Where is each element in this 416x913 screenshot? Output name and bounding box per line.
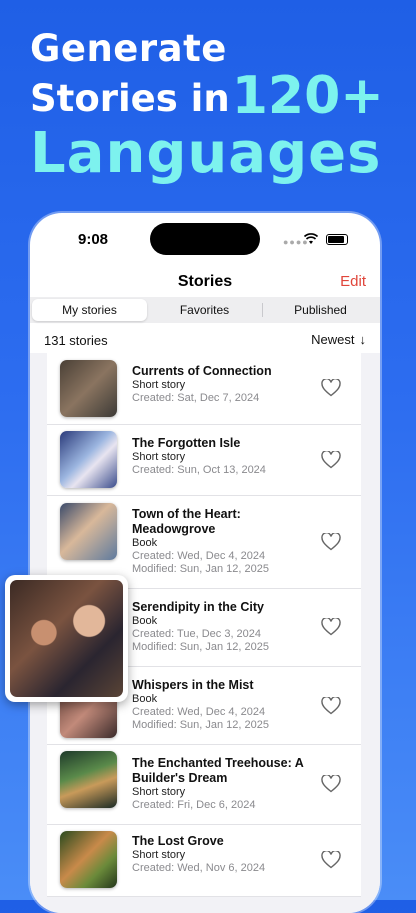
arrow-down-icon: ↓ xyxy=(359,332,367,347)
story-cover-image xyxy=(10,580,123,697)
story-count: 131 stories xyxy=(44,333,108,348)
story-created: Created: Fri, Dec 6, 2024 xyxy=(132,799,256,811)
navigation-bar: Stories Edit xyxy=(30,263,380,297)
dynamic-island xyxy=(150,223,260,255)
story-title: The Forgotten Isle xyxy=(132,436,241,450)
story-created: Created: Wed, Dec 4, 2024 xyxy=(132,550,266,562)
story-thumbnail xyxy=(60,431,117,488)
phone-frame: 9:08 ●●●● Stories Edit My stories Favori… xyxy=(30,213,380,913)
story-title: Currents of Connection xyxy=(132,364,272,378)
story-thumbnail xyxy=(60,831,117,888)
headline-line-1: Generate xyxy=(30,27,227,70)
story-type: Short story xyxy=(132,786,186,798)
story-title: Serendipity in the City xyxy=(132,600,264,614)
floating-cover-card xyxy=(5,575,128,702)
heart-icon[interactable] xyxy=(321,697,341,715)
story-created: Created: Sun, Oct 13, 2024 xyxy=(132,464,266,476)
story-type: Short story xyxy=(132,451,186,463)
tab-my-stories[interactable]: My stories xyxy=(32,299,147,321)
story-created: Created: Wed, Nov 6, 2024 xyxy=(132,862,266,874)
promo-headline: Generate Stories in120+ Languages xyxy=(30,30,384,182)
story-created: Created: Tue, Dec 3, 2024 xyxy=(132,628,262,640)
headline-line-2-text: Stories in xyxy=(30,77,230,120)
story-title: Whispers in the Mist xyxy=(132,678,254,692)
story-type: Short story xyxy=(132,849,186,861)
story-type: Book xyxy=(132,537,158,549)
story-thumbnail xyxy=(60,360,117,417)
heart-icon[interactable] xyxy=(321,775,341,793)
story-row[interactable]: The Forgotten Isle Short story Created: … xyxy=(47,425,361,496)
list-header: 131 stories Newest ↓ xyxy=(30,323,380,353)
story-thumbnail xyxy=(60,503,117,560)
heart-icon[interactable] xyxy=(321,618,341,636)
story-modified: Modified: Sun, Jan 12, 2025 xyxy=(132,719,269,731)
story-type: Short story xyxy=(132,379,186,391)
headline-accent: 120+ xyxy=(231,66,384,126)
story-row[interactable]: The Enchanted Treehouse: A Builder's Dre… xyxy=(47,745,361,825)
tab-published[interactable]: Published xyxy=(263,299,378,321)
story-row[interactable]: Currents of Connection Short story Creat… xyxy=(47,353,361,425)
story-modified: Modified: Sun, Jan 12, 2025 xyxy=(132,641,269,653)
status-bar: 9:08 ●●●● xyxy=(30,213,380,263)
status-time: 9:08 xyxy=(78,231,109,248)
wifi-icon xyxy=(304,233,318,244)
tab-favorites[interactable]: Favorites xyxy=(147,299,262,321)
story-title: The Enchanted Treehouse: A Builder's Dre… xyxy=(132,756,304,785)
headline-line-2: Stories in120+ xyxy=(30,70,384,122)
story-created: Created: Sat, Dec 7, 2024 xyxy=(132,392,260,404)
heart-icon[interactable] xyxy=(321,533,341,551)
sort-label: Newest xyxy=(311,332,355,347)
story-created: Created: Wed, Dec 4, 2024 xyxy=(132,706,266,718)
story-row[interactable]: The Lost Grove Short story Created: Wed,… xyxy=(47,825,361,897)
battery-icon xyxy=(326,234,348,245)
page-title: Stories xyxy=(177,273,233,290)
heart-icon[interactable] xyxy=(321,851,341,869)
edit-button[interactable]: Edit xyxy=(340,273,366,290)
heart-icon[interactable] xyxy=(321,451,341,469)
tab-segmented-control: My stories Favorites Published xyxy=(30,297,380,323)
story-type: Book xyxy=(132,693,158,705)
story-thumbnail xyxy=(60,751,117,808)
sort-button[interactable]: Newest ↓ xyxy=(311,332,366,347)
headline-line-3: Languages xyxy=(30,121,382,186)
story-type: Book xyxy=(132,615,158,627)
heart-icon[interactable] xyxy=(321,379,341,397)
story-modified: Modified: Sun, Jan 12, 2025 xyxy=(132,563,269,575)
story-title: Town of the Heart: Meadowgrove xyxy=(132,507,241,536)
story-title: The Lost Grove xyxy=(132,834,224,848)
